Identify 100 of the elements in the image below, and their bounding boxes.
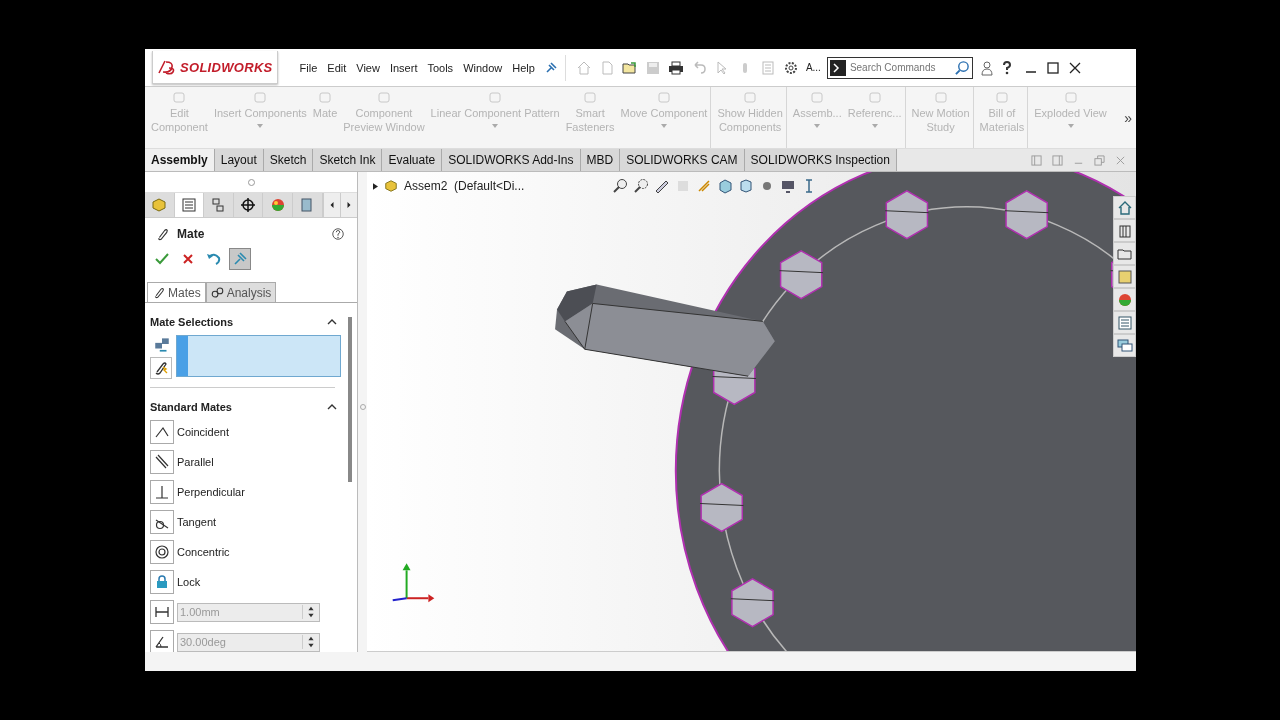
menu-item[interactable]: File [299,61,318,74]
view-orientation-icon[interactable] [717,178,734,194]
logo-text: SOLIDWORKS [180,59,273,75]
panel-tab[interactable] [233,193,264,217]
mate-type-label[interactable]: Perpendicular [177,486,245,498]
tool-icon [375,90,392,106]
mate-type-label[interactable]: Lock [177,576,201,588]
mate-type-button[interactable] [150,420,174,444]
task-pane-tab[interactable] [1113,265,1136,288]
close-icon[interactable] [1068,61,1081,74]
pin-icon [232,251,248,267]
mate-type-button[interactable] [150,450,174,474]
home-icon [1116,199,1133,216]
help-icon[interactable] [331,227,345,241]
mate-type-button[interactable] [150,540,174,564]
tool-icon [487,90,504,106]
tab[interactable]: SOLIDWORKS Inspection [744,149,897,171]
right-arrow-icon [345,202,352,208]
checkmark-icon [154,251,170,267]
undo-arrow-icon [206,251,222,267]
search-commands-field[interactable]: Search Commands [826,56,973,79]
caret-icon [871,124,878,128]
tree-item-label[interactable]: Assem2 (Default<Di... [404,179,525,193]
zoom-to-area-icon[interactable] [633,178,650,194]
view-palette-icon [1116,268,1133,285]
library-icon [1116,222,1133,239]
mate-type-button[interactable] [150,510,174,534]
tool-icon [655,90,672,106]
keep-visible-button[interactable] [229,248,251,270]
print-icon[interactable] [667,59,684,76]
display-style-icon[interactable] [738,178,755,194]
tab[interactable]: Layout [214,149,264,171]
multiple-mate-mode-button[interactable] [150,357,172,379]
menu-item[interactable]: View [356,61,380,74]
tab[interactable]: Evaluate [382,149,443,171]
menu-item[interactable]: Help [512,61,535,74]
tab[interactable]: SOLIDWORKS Add-Ins [442,149,581,171]
tile-left-icon[interactable] [1031,154,1042,166]
tab[interactable]: MBD [580,149,621,171]
pin-icon[interactable] [544,61,557,74]
solidworks-logo[interactable]: SOLIDWORKS [152,51,278,84]
menu-item[interactable]: Insert [389,61,418,74]
caret-icon [257,124,264,128]
task-pane-tab[interactable] [1113,219,1136,242]
restore-icon[interactable] [1094,154,1105,166]
tool-icon [932,90,949,106]
coordinate-triad-icon [391,563,435,603]
tool-icon [809,90,826,106]
tab[interactable]: Sketch Ink [313,149,383,171]
settings-icon[interactable] [782,59,799,76]
dynamic-annotation-icon[interactable] [696,178,713,194]
tab[interactable]: Assembly [145,149,215,171]
section-title: Standard Mates [150,401,232,413]
toolbar-overflow-label[interactable]: A... [805,62,821,73]
menu-item[interactable]: Window [463,61,503,74]
caret-icon [492,124,499,128]
ds-logo-icon [157,59,177,75]
property-tab[interactable]: Mates [147,282,206,302]
task-pane-tab[interactable] [1113,288,1136,311]
more-commands-button[interactable]: » [1120,87,1136,148]
tool-icon [1062,90,1079,106]
task-pane-tab[interactable] [1113,242,1136,265]
tool-icon [582,90,599,106]
mate-type-label[interactable]: Concentric [177,546,230,558]
search-icon[interactable] [954,59,970,75]
home-icon[interactable] [575,59,592,76]
caret-icon [660,124,667,128]
task-pane-tab[interactable] [1113,196,1136,219]
mate-type-label[interactable]: Coincident [177,426,229,438]
tile-right-icon[interactable] [1052,154,1063,166]
lock-icon [154,574,170,590]
perpendicular-icon [154,484,170,500]
tool-icon [993,90,1010,106]
mate-type-label[interactable]: Tangent [177,516,217,528]
tool-icon [252,90,269,106]
section-title: Mate Selections [150,316,234,328]
tab[interactable]: Sketch [263,149,314,171]
property-manager-title: Mate [177,227,205,241]
mate-type-label[interactable]: Parallel [177,456,214,468]
paperclip-icon [155,227,169,241]
property-tab[interactable]: Analysis [205,282,277,302]
paperclip-icon [152,286,165,299]
menu-item[interactable]: Edit [327,61,347,74]
task-pane-tab[interactable] [1113,334,1136,357]
angle-icon [154,634,170,650]
chat-bubbles-icon [1116,337,1133,354]
left-arrow-icon [328,202,335,208]
tab[interactable]: SOLIDWORKS CAM [620,149,745,171]
menu-item[interactable]: Tools [427,61,454,74]
user-icon[interactable] [978,59,995,76]
appearance-ball-icon [1116,291,1133,308]
expand-arrow-icon[interactable] [373,182,378,190]
scrollbar-thumb[interactable] [348,317,352,482]
view-settings-icon[interactable] [780,178,797,194]
zoom-to-fit-icon[interactable] [612,178,629,194]
list-icon [1116,314,1133,331]
task-pane-tab[interactable] [1113,311,1136,334]
previous-view-icon[interactable] [654,178,671,194]
open-folder-icon[interactable] [621,59,638,76]
maximize-icon[interactable] [1046,61,1059,74]
